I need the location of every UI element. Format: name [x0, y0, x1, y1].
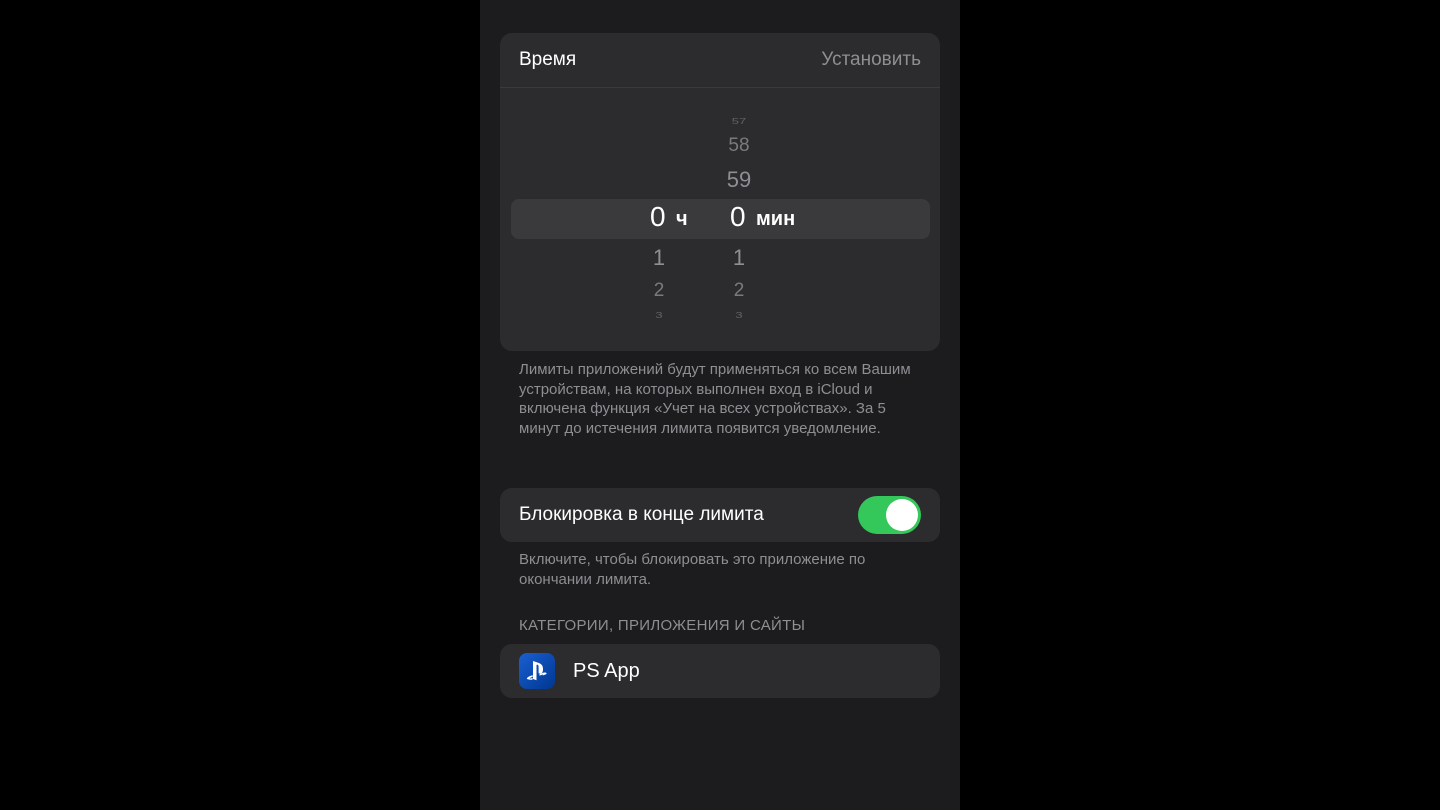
time-picker[interactable]: 0 ч 1 2 3 57 58 59 0 мин 1 2 3 — [500, 88, 940, 351]
app-name: PS App — [573, 660, 640, 682]
time-label: Время — [519, 49, 577, 70]
apps-section-header: КАТЕГОРИИ, ПРИЛОЖЕНИЯ И САЙТЫ — [519, 617, 806, 634]
screen-time-limit-screen: Время Установить 0 ч 1 2 3 57 58 59 0 ми… — [480, 0, 960, 810]
minutes-option[interactable]: 2 — [709, 280, 769, 302]
minutes-option[interactable]: 58 — [709, 135, 769, 157]
time-card: Время Установить 0 ч 1 2 3 57 58 59 0 ми… — [500, 33, 940, 351]
block-at-limit-toggle[interactable] — [858, 496, 921, 534]
toggle-knob — [886, 499, 918, 531]
time-footnote: Лимиты приложений будут применяться ко в… — [519, 361, 911, 437]
hours-selected-value: 0 — [650, 201, 666, 232]
hours-option[interactable]: 2 — [629, 280, 689, 302]
minutes-option[interactable]: 1 — [709, 245, 769, 271]
minutes-option[interactable]: 57 — [709, 117, 769, 126]
hours-option[interactable]: 1 — [629, 245, 689, 271]
app-row[interactable]: PS App — [500, 644, 940, 698]
minutes-option[interactable]: 3 — [709, 311, 769, 320]
block-footnote: Включите, чтобы блокировать это приложен… — [519, 551, 866, 588]
block-at-limit-row: Блокировка в конце лимита — [500, 488, 940, 542]
minutes-wheel[interactable]: 57 58 59 0 мин 1 2 3 — [709, 88, 795, 351]
set-button[interactable]: Установить — [821, 49, 921, 71]
time-header: Время Установить — [500, 33, 940, 88]
minutes-selected-value: 0 — [730, 201, 746, 232]
block-at-limit-label: Блокировка в конце лимита — [519, 504, 764, 525]
hours-wheel[interactable]: 0 ч 1 2 3 — [629, 88, 689, 351]
hours-unit-label: ч — [676, 208, 688, 230]
hours-option[interactable]: 3 — [629, 311, 689, 320]
minutes-unit-label: мин — [756, 208, 796, 230]
playstation-icon — [519, 653, 555, 689]
minutes-option[interactable]: 59 — [709, 167, 769, 193]
